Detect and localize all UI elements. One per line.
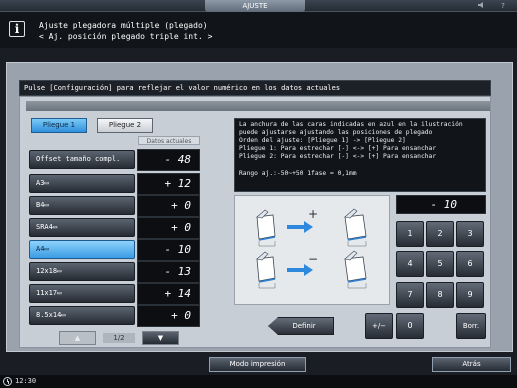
row-offset-button[interactable]: Offset tamaño compl.: [29, 150, 135, 169]
definir-button[interactable]: Definir: [268, 317, 334, 335]
tab-pliegue-2[interactable]: Pliegue 2: [97, 118, 153, 133]
row-12x18-value: - 13: [137, 261, 200, 283]
screen-subtitle: < Aj. posición plegado triple int. >: [39, 32, 213, 41]
numeric-display: - 10: [396, 195, 486, 214]
key-6[interactable]: 6: [456, 251, 484, 277]
row-sra4-button[interactable]: SRA4▭: [29, 218, 135, 237]
key-0[interactable]: 0: [396, 313, 424, 339]
key-1[interactable]: 1: [396, 221, 424, 247]
clear-key[interactable]: Borr.: [456, 313, 486, 339]
status-bar: [0, 375, 517, 388]
row-sra4-value: + 0: [137, 217, 200, 239]
row-offset-value: - 48: [137, 149, 200, 171]
key-7[interactable]: 7: [396, 282, 424, 308]
speaker-icon[interactable]: [474, 1, 490, 11]
atras-button[interactable]: Atrás: [432, 357, 511, 372]
info-line: La anchura de las caras indicadas en azu…: [239, 121, 463, 128]
info-line: Pliegue 2: Para estrechar [-] <-> [+] Pa…: [239, 153, 437, 160]
row-a3-value: + 12: [137, 173, 200, 195]
tab-ajuste[interactable]: AJUSTE: [205, 0, 305, 12]
row-12x18-button[interactable]: 12x18▭: [29, 262, 135, 281]
screen-title: Ajuste plegadora múltiple (plegado): [39, 21, 208, 30]
fold-diagram: + −: [256, 207, 367, 289]
clock-icon: [3, 377, 12, 386]
row-b4-value: + 0: [137, 195, 200, 217]
panel-strip: [26, 101, 490, 111]
tab-pliegue-1[interactable]: Pliegue 1: [31, 118, 87, 133]
row-8-5x14-button[interactable]: 8.5x14▭: [29, 306, 135, 325]
row-11x17-button[interactable]: 11x17▭: [29, 284, 135, 303]
page-up-button[interactable]: ▲: [59, 331, 96, 345]
info-line: Pliegue 1: Para estrechar [-] <-> [+] Pa…: [239, 145, 437, 152]
row-a4-button[interactable]: A4▭: [29, 240, 135, 259]
row-8-5x14-value: + 0: [137, 305, 200, 327]
page-indicator: 1/2: [103, 333, 135, 343]
row-a4-value: - 10: [137, 239, 200, 261]
info-line: puede ajustarse ajustando las posiciones…: [239, 129, 433, 136]
row-11x17-value: + 14: [137, 283, 200, 305]
key-2[interactable]: 2: [426, 221, 454, 247]
key-9[interactable]: 9: [456, 282, 484, 308]
minus-sign: −: [308, 252, 318, 266]
key-3[interactable]: 3: [456, 221, 484, 247]
row-a3-button[interactable]: A3▭: [29, 174, 135, 193]
plus-sign: +: [308, 207, 318, 221]
info-box: La anchura de las caras indicadas en azu…: [234, 118, 486, 192]
key-4[interactable]: 4: [396, 251, 424, 277]
fold-illustration: + −: [234, 195, 390, 305]
key-5[interactable]: 5: [426, 251, 454, 277]
info-icon: i: [9, 21, 25, 37]
plus-minus-key[interactable]: +/−: [365, 313, 393, 339]
current-data-header: Datos actuales: [138, 136, 200, 145]
message-bar: Pulse [Configuración] para reflejar el v…: [19, 80, 491, 96]
range-text: Rango aj.:-50~+50 1fase = 0,1mm: [239, 170, 357, 177]
page-down-button[interactable]: ▼: [142, 331, 179, 345]
key-8[interactable]: 8: [426, 282, 454, 308]
clock-time: 12:30: [15, 377, 37, 385]
help-icon[interactable]: ?: [495, 1, 511, 11]
modo-impresion-button[interactable]: Modo impresión: [209, 357, 306, 372]
info-line: Orden del ajuste: [Pliegue 1] -> [Pliegu…: [239, 137, 406, 144]
header: [0, 12, 517, 48]
row-b4-button[interactable]: B4▭: [29, 196, 135, 215]
